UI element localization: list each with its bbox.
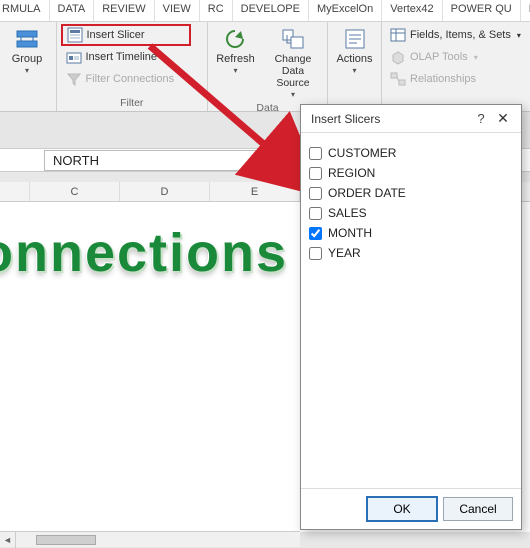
filter-connections-button: Filter Connections — [61, 68, 191, 90]
filter-connections-label: Filter Connections — [86, 73, 175, 85]
refresh-icon — [223, 27, 247, 51]
tab-view[interactable]: VIEW — [155, 0, 200, 21]
field-label: YEAR — [328, 246, 361, 260]
ribbon: Group ▾ Insert Slicer Insert Timeline — [0, 22, 530, 112]
refresh-label: Refresh — [216, 53, 255, 65]
group-icon — [15, 27, 39, 51]
change-data-source-button[interactable]: Change Data Source ▾ — [263, 24, 323, 102]
tab-vertex42[interactable]: Vertex42 — [382, 0, 442, 21]
field-checkbox-customer[interactable]: CUSTOMER — [309, 143, 513, 163]
tab-review[interactable]: REVIEW — [94, 0, 154, 21]
actions-button[interactable]: Actions ▾ — [332, 24, 377, 97]
relationships-label: Relationships — [410, 73, 476, 85]
caret-icon: ▾ — [352, 66, 356, 75]
tab-powerquery[interactable]: POWER QU — [443, 0, 521, 21]
caret-icon: ▾ — [291, 90, 295, 99]
caret-icon: ▾ — [474, 53, 478, 62]
timeline-icon — [66, 49, 82, 65]
ribbon-group-filter: Insert Slicer Insert Timeline Filter Con… — [57, 22, 209, 111]
tab-powerpivot[interactable]: POWERPIV — [521, 0, 530, 21]
tab-myexcelon[interactable]: MyExcelOn — [309, 0, 382, 21]
ribbon-tabs: RMULA DATA REVIEW VIEW RC DEVELOPE MyExc… — [0, 0, 530, 22]
ribbon-group-calculations: Fields, Items, & Sets ▾ OLAP Tools ▾ Rel… — [382, 22, 530, 111]
field-label: ORDER DATE — [328, 186, 406, 200]
insert-slicer-button[interactable]: Insert Slicer — [61, 24, 191, 46]
ribbon-group-group: Group ▾ — [0, 22, 57, 111]
caret-icon: ▾ — [233, 66, 237, 75]
checkbox-orderdate[interactable] — [309, 187, 322, 200]
wordart-text: onnections — [0, 222, 288, 284]
actions-label: Actions — [336, 53, 372, 65]
ribbon-group-actions: Actions ▾ — [328, 22, 382, 111]
checkbox-sales[interactable] — [309, 207, 322, 220]
tab-developer[interactable]: DEVELOPE — [233, 0, 309, 21]
actions-icon — [343, 27, 367, 51]
olap-icon — [390, 49, 406, 65]
tab-data[interactable]: DATA — [50, 0, 95, 21]
dialog-close-button[interactable]: ✕ — [491, 110, 515, 127]
col-e[interactable]: E — [210, 182, 300, 201]
olap-label: OLAP Tools — [410, 51, 468, 63]
dialog-help-button[interactable]: ? — [471, 111, 491, 126]
active-cell-value[interactable]: NORTH — [44, 150, 284, 171]
olap-tools-button: OLAP Tools ▾ — [386, 46, 526, 68]
field-label: MONTH — [328, 226, 372, 240]
dialog-body: CUSTOMER REGION ORDER DATE SALES MONTH Y… — [301, 133, 521, 489]
insert-slicers-dialog: Insert Slicers ? ✕ CUSTOMER REGION ORDER… — [300, 104, 522, 530]
field-label: SALES — [328, 206, 367, 220]
checkbox-region[interactable] — [309, 167, 322, 180]
filter-group-label: Filter — [61, 97, 204, 110]
horizontal-scrollbar[interactable]: ◄ — [0, 531, 300, 547]
col-c[interactable]: C — [30, 182, 120, 201]
caret-icon: ▾ — [517, 31, 521, 40]
dialog-footer: OK Cancel — [301, 489, 521, 529]
insert-timeline-button[interactable]: Insert Timeline — [61, 46, 191, 68]
checkbox-year[interactable] — [309, 247, 322, 260]
field-checkbox-sales[interactable]: SALES — [309, 203, 513, 223]
field-checkbox-orderdate[interactable]: ORDER DATE — [309, 183, 513, 203]
fields-items-sets-button[interactable]: Fields, Items, & Sets ▾ — [386, 24, 526, 46]
change-source-icon — [281, 27, 305, 51]
slicer-icon — [67, 27, 83, 43]
field-checkbox-region[interactable]: REGION — [309, 163, 513, 183]
checkbox-month[interactable] — [309, 227, 322, 240]
field-label: REGION — [328, 166, 375, 180]
refresh-button[interactable]: Refresh ▾ — [212, 24, 259, 102]
insert-slicer-label: Insert Slicer — [87, 29, 145, 41]
relationships-icon — [390, 71, 406, 87]
field-label: CUSTOMER — [328, 146, 396, 160]
relationships-button: Relationships — [386, 68, 526, 90]
scroll-thumb[interactable] — [36, 535, 96, 545]
insert-timeline-label: Insert Timeline — [86, 51, 158, 63]
dialog-titlebar[interactable]: Insert Slicers ? ✕ — [301, 105, 521, 133]
ribbon-group-data: Refresh ▾ Change Data Source ▾ Data — [208, 22, 328, 111]
scroll-left-icon[interactable]: ◄ — [0, 532, 16, 548]
tab-rc[interactable]: RC — [200, 0, 233, 21]
col-d[interactable]: D — [120, 182, 210, 201]
change-source-label: Change Data Source — [264, 53, 322, 89]
fields-icon — [390, 27, 406, 43]
checkbox-customer[interactable] — [309, 147, 322, 160]
field-checkbox-year[interactable]: YEAR — [309, 243, 513, 263]
field-checkbox-month[interactable]: MONTH — [309, 223, 513, 243]
cancel-button[interactable]: Cancel — [443, 497, 513, 521]
caret-icon: ▾ — [25, 66, 29, 75]
fields-label: Fields, Items, & Sets — [410, 29, 511, 41]
filter-icon — [66, 71, 82, 87]
tab-formula[interactable]: RMULA — [0, 0, 50, 21]
group-label: Group — [12, 53, 43, 65]
dialog-title: Insert Slicers — [311, 112, 380, 126]
group-button[interactable]: Group ▾ — [4, 24, 50, 97]
ok-button[interactable]: OK — [367, 497, 437, 521]
